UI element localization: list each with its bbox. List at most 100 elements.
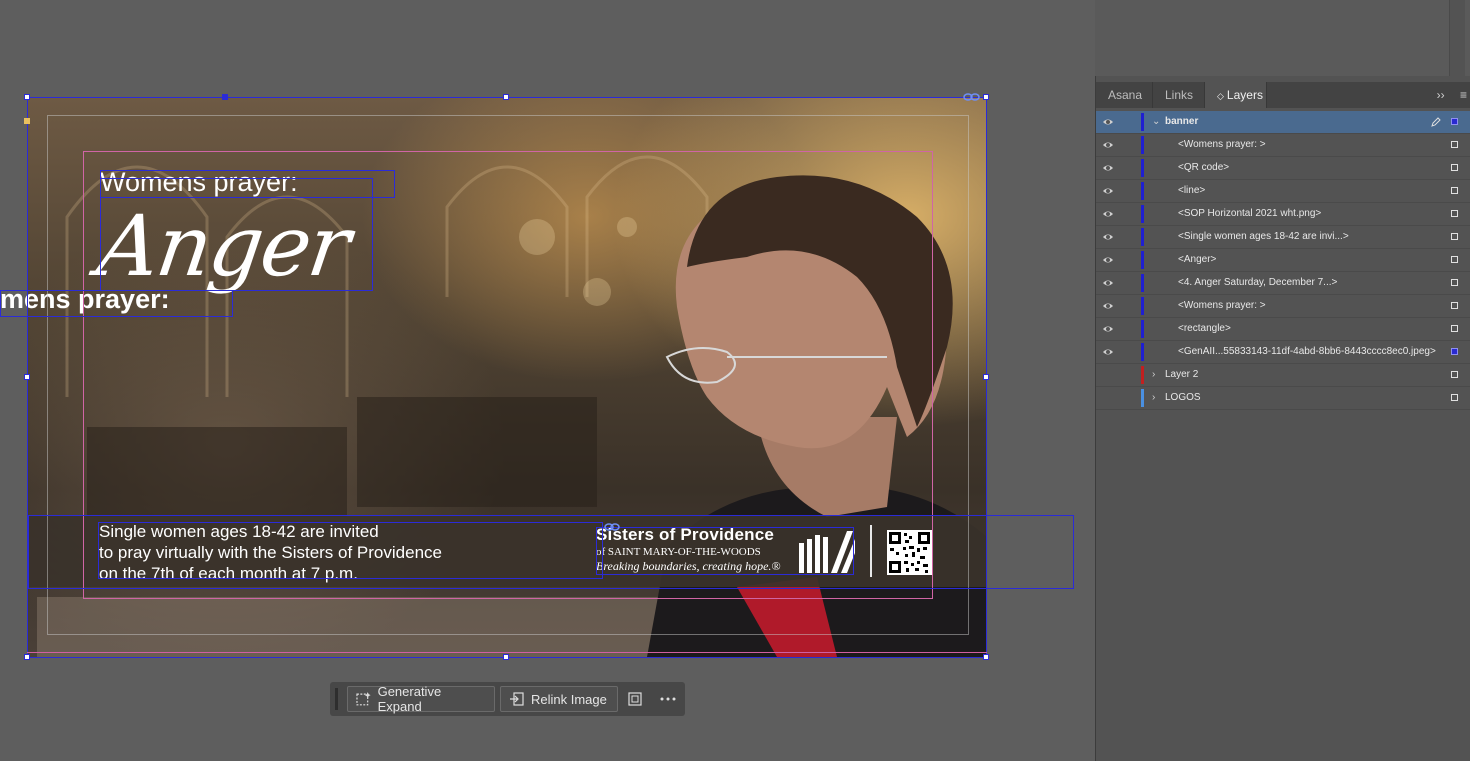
visibility-eye-icon[interactable] (1102, 208, 1114, 220)
handle-bottom-right[interactable] (983, 654, 989, 660)
content-grabber-handle[interactable] (222, 94, 228, 100)
selection-square[interactable] (1451, 279, 1458, 286)
visibility-eye-icon[interactable] (1102, 323, 1114, 335)
layer-row[interactable]: › LOGOS (1096, 387, 1470, 410)
layer-name: Layer 2 (1165, 369, 1199, 380)
selection-square[interactable] (1451, 348, 1458, 355)
layer-row[interactable]: › Layer 2 (1096, 364, 1470, 387)
banner-artwork[interactable]: Single women ages 18-42 are invited to p… (27, 97, 986, 657)
logo-link-icon[interactable] (604, 523, 620, 531)
selection-square[interactable] (1451, 118, 1458, 125)
panel-menu-icon[interactable]: ≡ (1460, 88, 1467, 102)
selection-square[interactable] (1451, 233, 1458, 240)
visibility-eye-icon[interactable] (1102, 139, 1114, 151)
layer-item-row[interactable]: <QR code> (1096, 157, 1470, 180)
more-options-icon[interactable] (660, 696, 676, 702)
divider-line (870, 525, 872, 577)
layer-color-bar (1141, 343, 1144, 361)
layer-name: <Womens prayer: > (1178, 139, 1266, 150)
layer-name: <4. Anger Saturday, December 7...> (1178, 277, 1338, 288)
selection-square[interactable] (1451, 302, 1458, 309)
layer-name: <QR code> (1178, 162, 1230, 173)
selection-square[interactable] (1451, 210, 1458, 217)
layer-color-bar (1141, 389, 1144, 407)
selection-square[interactable] (1451, 394, 1458, 401)
invitation-line-1: Single women ages 18-42 are invited (99, 522, 379, 541)
relink-icon (510, 692, 524, 706)
layer-item-row[interactable]: <rectangle> (1096, 318, 1470, 341)
layer-color-bar (1141, 228, 1144, 246)
tab-links[interactable]: Links (1153, 82, 1205, 108)
tab-layers[interactable]: ◇ Layers (1205, 82, 1267, 108)
selection-square[interactable] (1451, 371, 1458, 378)
layers-panel: Asana Links ◇ Layers ›› ≡ ⌄ banner <Womens … (1095, 76, 1470, 761)
layer-item-row[interactable]: <Womens prayer: > (1096, 134, 1470, 157)
vertical-scrollbar[interactable] (1449, 0, 1465, 76)
generative-expand-button[interactable]: Generative Expand (347, 684, 495, 714)
layer-name: <GenAII...55833143-11df-4abd-8bb6-8443cc… (1178, 346, 1436, 357)
relink-image-button[interactable]: Relink Image (500, 686, 618, 712)
layer-color-bar (1141, 159, 1144, 177)
selection-square[interactable] (1451, 256, 1458, 263)
layer-name: <rectangle> (1178, 323, 1231, 334)
title-womens-prayer[interactable]: Womens prayer: (100, 167, 298, 198)
visibility-eye-icon[interactable] (1102, 162, 1114, 174)
handle-mid-right[interactable] (983, 374, 989, 380)
selection-square[interactable] (1451, 325, 1458, 332)
visibility-eye-icon[interactable] (1102, 300, 1114, 312)
invitation-line-3: on the 7th of each month at 7 p.m. (99, 564, 358, 583)
qr-code-icon[interactable] (887, 530, 932, 575)
expand-chevron-icon[interactable]: › (1152, 387, 1155, 409)
layer-name: <Single women ages 18-42 are invi...> (1178, 231, 1349, 242)
pen-icon (1431, 117, 1441, 127)
invitation-text-frame[interactable]: Single women ages 18-42 are invited to p… (99, 521, 442, 584)
selection-square[interactable] (1451, 141, 1458, 148)
panel-tabs: Asana Links ◇ Layers ›› ≡ (1096, 82, 1470, 108)
contextual-task-bar: Generative Expand Relink Image (330, 682, 685, 716)
sop-logo[interactable]: Sisters of Providence of SAINT MARY-OF-T… (596, 525, 781, 574)
visibility-eye-icon[interactable] (1102, 346, 1114, 358)
reference-point-handle[interactable] (24, 118, 30, 124)
visibility-eye-icon[interactable] (1102, 277, 1114, 289)
layer-item-row[interactable]: <Single women ages 18-42 are invi...> (1096, 226, 1470, 249)
tab-asana[interactable]: Asana (1096, 82, 1153, 108)
visibility-eye-icon[interactable] (1102, 185, 1114, 197)
handle-bottom-center[interactable] (503, 654, 509, 660)
generative-expand-icon (356, 692, 371, 706)
selection-square[interactable] (1451, 187, 1458, 194)
layer-name: LOGOS (1165, 392, 1201, 403)
task-bar-grip[interactable] (335, 688, 338, 710)
handle-top-left[interactable] (24, 94, 30, 100)
visibility-eye-icon[interactable] (1102, 116, 1114, 128)
layer-item-row[interactable]: <GenAII...55833143-11df-4abd-8bb6-8443cc… (1096, 341, 1470, 364)
visibility-eye-icon[interactable] (1102, 254, 1114, 266)
visibility-eye-icon[interactable] (1102, 231, 1114, 243)
layer-item-row[interactable]: <Anger> (1096, 249, 1470, 272)
layer-item-row[interactable]: <Womens prayer: > (1096, 295, 1470, 318)
generative-expand-label: Generative Expand (377, 684, 442, 714)
logo-mark-icon (799, 531, 855, 573)
overflow-text-frame[interactable]: mens prayer: (0, 284, 170, 315)
handle-top-right[interactable] (983, 94, 989, 100)
handle-bottom-left[interactable] (24, 654, 30, 660)
expand-chevron-icon[interactable]: › (1152, 364, 1155, 386)
layer-item-row[interactable]: <line> (1096, 180, 1470, 203)
tab-layers-label: Layers (1226, 88, 1263, 102)
layer-color-bar (1141, 251, 1144, 269)
layer-color-bar (1141, 136, 1144, 154)
collapse-chevron-icon[interactable]: ⌄ (1152, 111, 1160, 133)
handle-top-center[interactable] (503, 94, 509, 100)
invitation-line-2: to pray virtually with the Sisters of Pr… (99, 543, 442, 562)
fit-frame-icon[interactable] (627, 691, 643, 707)
layer-item-row[interactable]: <4. Anger Saturday, December 7...> (1096, 272, 1470, 295)
logo-name: Sisters of Providence (596, 525, 775, 544)
logo-subtitle: of SAINT MARY-OF-THE-WOODS (596, 546, 761, 558)
selection-square[interactable] (1451, 164, 1458, 171)
handle-mid-left[interactable] (24, 374, 30, 380)
title-anger[interactable]: Anger (92, 197, 354, 295)
layer-item-row[interactable]: <SOP Horizontal 2021 wht.png> (1096, 203, 1470, 226)
layer-color-bar (1141, 320, 1144, 338)
link-icon[interactable] (963, 92, 981, 102)
layer-row[interactable]: ⌄ banner (1096, 111, 1470, 134)
collapse-panel-icon[interactable]: ›› (1437, 88, 1445, 102)
